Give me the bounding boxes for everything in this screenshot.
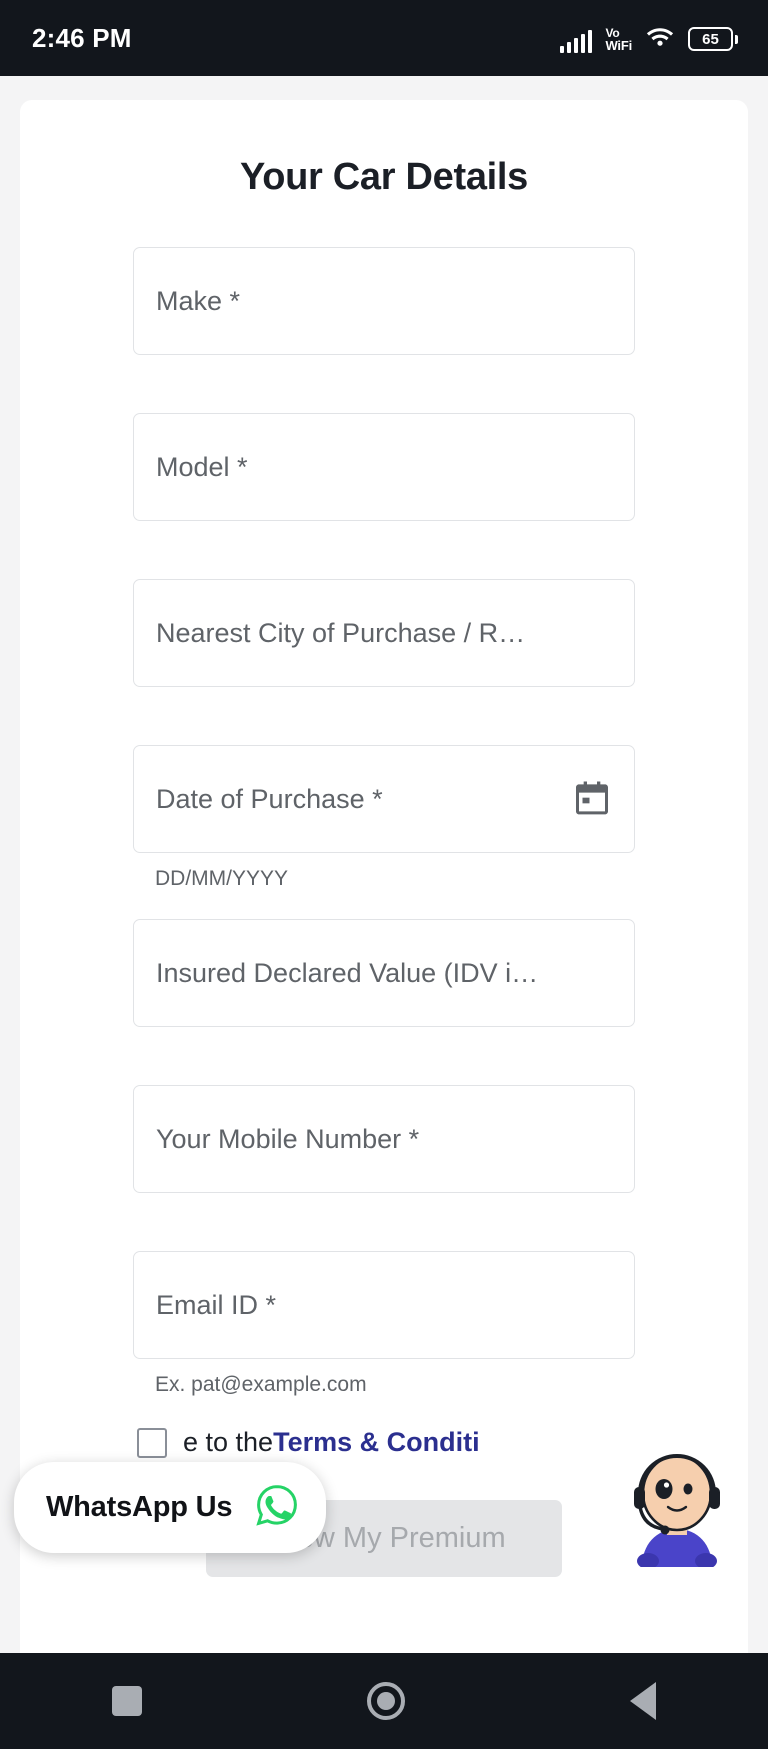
field-group-city: Nearest City of Purchase / R… — [133, 579, 635, 687]
home-icon[interactable] — [366, 1682, 405, 1720]
city-input[interactable]: Nearest City of Purchase / R… — [133, 579, 635, 687]
date-of-purchase-placeholder: Date of Purchase * — [156, 783, 383, 814]
status-bar-icons: Vo WiFi 65 — [559, 23, 738, 53]
terms-and-conditions-link[interactable]: Terms & Conditi — [273, 1427, 480, 1458]
calendar-icon[interactable] — [572, 779, 612, 819]
idv-input[interactable]: Insured Declared Value (IDV i… — [133, 919, 635, 1027]
email-input[interactable]: Email ID * — [133, 1251, 635, 1359]
battery-icon: 65 — [688, 27, 738, 51]
make-placeholder: Make * — [156, 285, 241, 316]
battery-level-text: 65 — [702, 30, 719, 48]
field-group-model: Model * — [133, 413, 635, 521]
car-details-card: Your Car Details Make * Model * Nearest … — [20, 100, 748, 1653]
field-group-idv: Insured Declared Value (IDV i… — [133, 919, 635, 1027]
car-details-form: Make * Model * Nearest City of Purchase … — [20, 247, 748, 1577]
mobile-placeholder: Your Mobile Number * — [156, 1123, 420, 1154]
terms-text: e to the — [183, 1427, 274, 1457]
date-of-purchase-input[interactable]: Date of Purchase * — [133, 745, 635, 853]
recents-icon[interactable] — [112, 1686, 143, 1716]
email-placeholder: Email ID * — [156, 1289, 277, 1320]
field-group-date-of-purchase: Date of Purchase * DD/MM/YYYY — [133, 745, 635, 891]
mobile-input[interactable]: Your Mobile Number * — [133, 1085, 635, 1193]
make-input[interactable]: Make * — [133, 247, 635, 355]
vowifi-label-bottom: WiFi — [605, 38, 632, 53]
support-chat-avatar[interactable] — [618, 1445, 736, 1569]
status-bar-time: 2:46 PM — [32, 22, 132, 53]
status-bar: 2:46 PM Vo WiFi 65 — [0, 0, 768, 76]
page-content: Your Car Details Make * Model * Nearest … — [0, 76, 768, 1653]
vowifi-icon: Vo WiFi — [605, 27, 632, 52]
whatsapp-icon[interactable] — [254, 1482, 300, 1533]
android-navigation-bar — [0, 1653, 768, 1749]
field-group-make: Make * — [133, 247, 635, 355]
page-title: Your Car Details — [239, 156, 529, 198]
back-icon[interactable] — [629, 1682, 656, 1720]
whatsapp-us-button[interactable]: WhatsApp Us — [14, 1462, 327, 1553]
city-placeholder: Nearest City of Purchase / R… — [156, 617, 526, 648]
terms-checkbox[interactable] — [137, 1427, 167, 1458]
terms-row[interactable]: e to the Terms & Conditi — [133, 1427, 635, 1458]
model-input[interactable]: Model * — [133, 413, 635, 521]
wifi-icon — [645, 23, 675, 52]
field-group-email: Email ID * Ex. pat@example.com — [133, 1251, 635, 1397]
date-of-purchase-helper: DD/MM/YYYY — [155, 867, 289, 890]
field-group-mobile: Your Mobile Number * — [133, 1085, 635, 1193]
model-placeholder: Model * — [156, 451, 248, 482]
idv-placeholder: Insured Declared Value (IDV i… — [156, 957, 539, 988]
email-helper: Ex. pat@example.com — [155, 1373, 367, 1396]
whatsapp-label: WhatsApp Us — [46, 1491, 233, 1523]
cellular-signal-icon — [559, 29, 593, 53]
